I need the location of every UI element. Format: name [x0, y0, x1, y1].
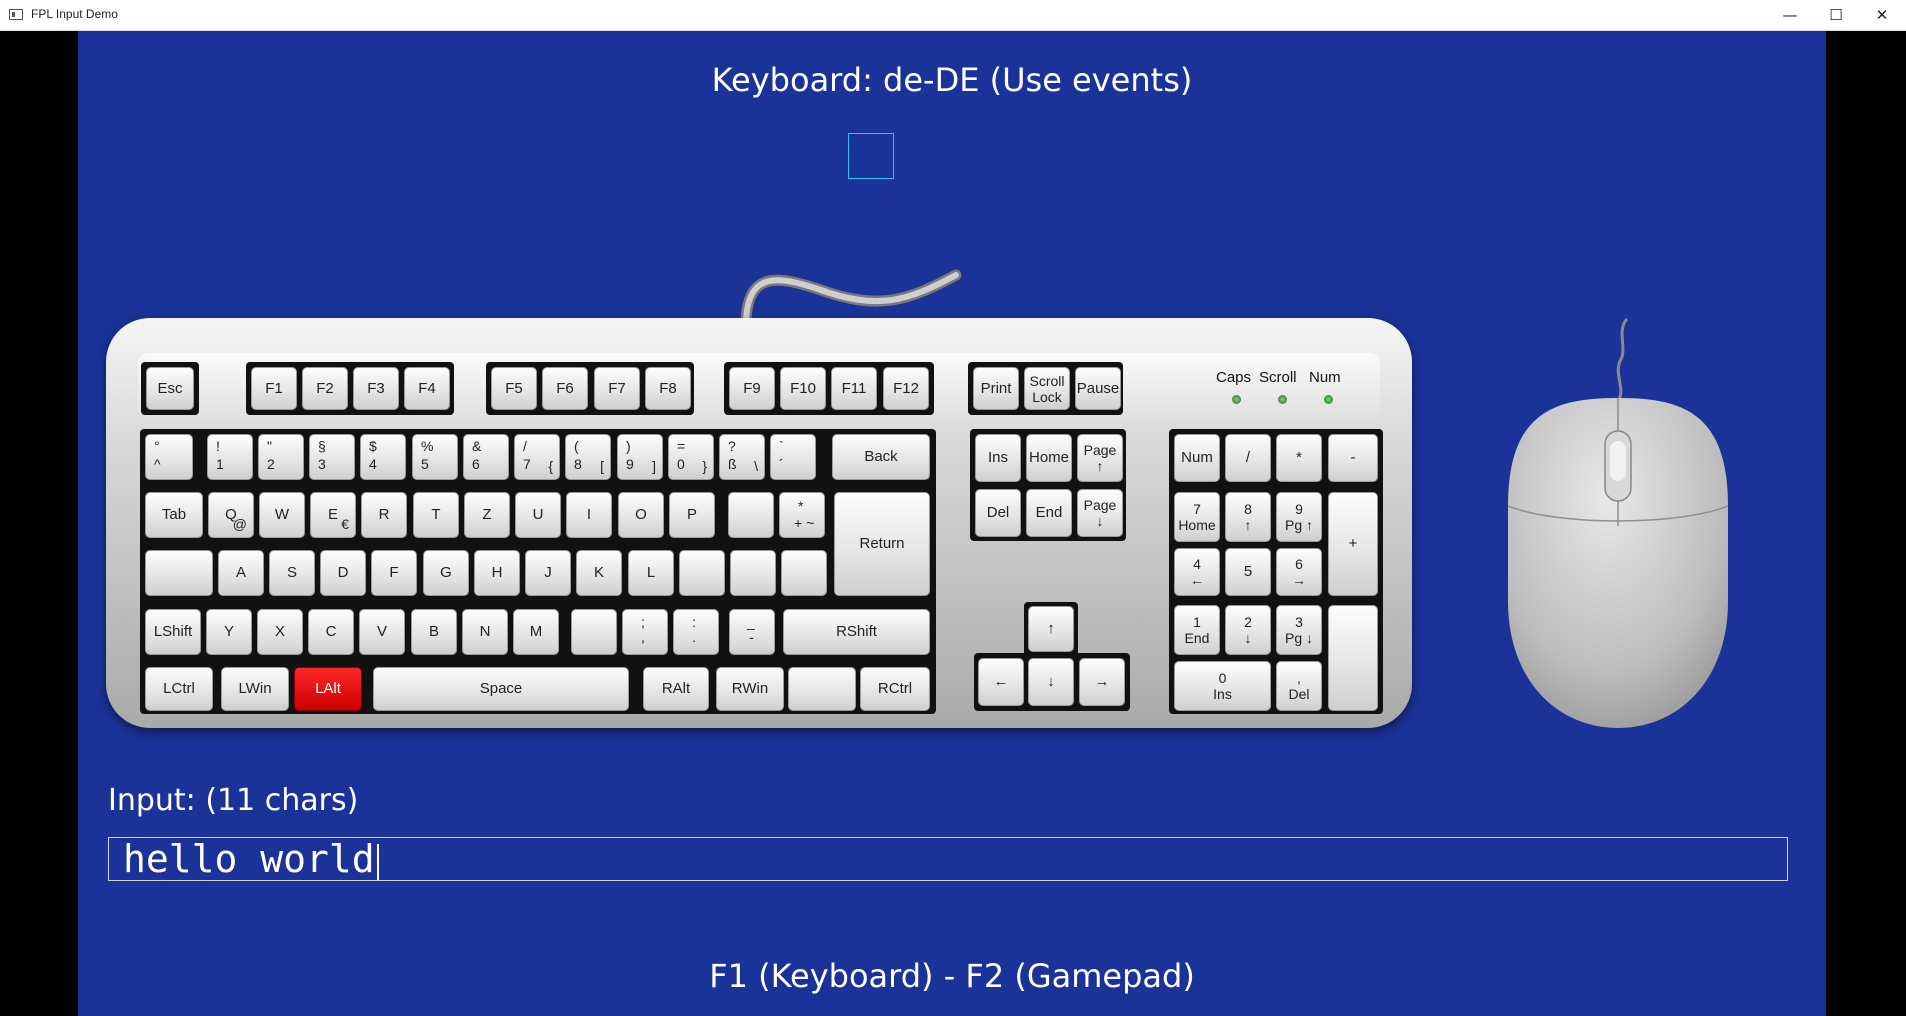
demo-canvas: Keyboard: de-DE (Use events) Caps Scroll…: [78, 31, 1826, 1016]
maximize-button[interactable]: ☐: [1813, 0, 1859, 30]
close-button[interactable]: ✕: [1859, 0, 1905, 30]
app-icon: [9, 9, 23, 20]
title-bar: FPL Input Demo — ☐ ✕: [0, 0, 1906, 31]
window-title: FPL Input Demo: [31, 7, 118, 21]
input-value: hello world: [123, 837, 375, 881]
footer-hint: F1 (Keyboard) - F2 (Gamepad): [709, 957, 1195, 995]
minimize-button[interactable]: —: [1767, 0, 1813, 30]
text-input[interactable]: hello world: [108, 837, 1788, 881]
input-label: Input: (11 chars): [108, 783, 359, 818]
text-caret: [376, 843, 379, 880]
mouse-graphic: [1507, 317, 1729, 728]
